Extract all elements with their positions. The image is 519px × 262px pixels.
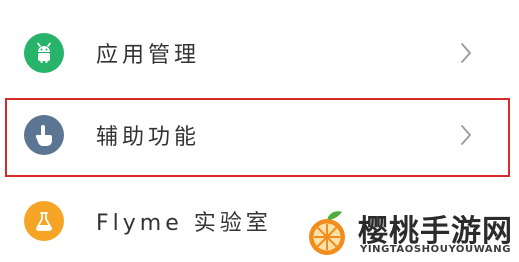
settings-item-label: 辅助功能 <box>96 125 201 150</box>
watermark-subtitle: YINGTAOSHOUYOUWANG <box>360 244 512 255</box>
settings-item-app-management[interactable]: 应用管理 <box>0 18 519 88</box>
android-icon <box>24 33 64 73</box>
chevron-right-icon <box>458 40 474 66</box>
hand-pointer-icon <box>24 115 64 155</box>
settings-item-accessibility[interactable]: 辅助功能 <box>0 100 519 170</box>
flask-icon <box>24 201 64 241</box>
chevron-right-icon <box>458 122 474 148</box>
settings-item-label: 应用管理 <box>96 43 201 68</box>
settings-item-label: Flyme 实验室 <box>96 211 272 236</box>
watermark: 樱桃手游网 YINGTAOSHOUYOUWANG <box>302 198 518 260</box>
orange-fruit-logo <box>302 208 352 258</box>
